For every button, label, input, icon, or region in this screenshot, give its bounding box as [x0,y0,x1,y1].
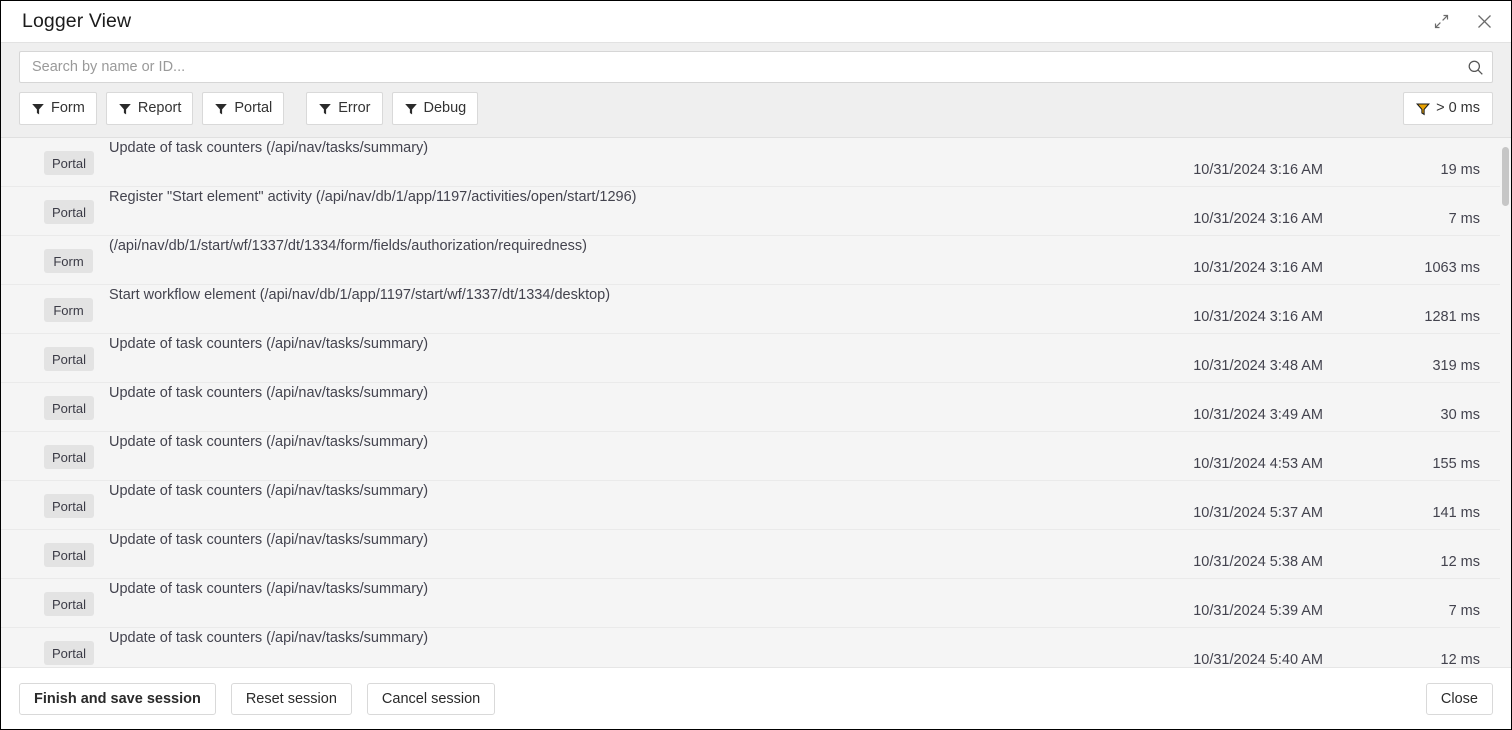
row-category-badge: Portal [44,641,94,665]
table-row[interactable]: Portal Update of task counters (/api/nav/… [1,138,1511,187]
table-row[interactable]: Portal Update of task counters (/api/nav/… [1,481,1511,530]
row-duration: 141 ms [1432,505,1480,521]
table-row[interactable]: Portal Update of task counters (/api/nav/… [1,334,1511,383]
finish-and-save-session-button[interactable]: Finish and save session [19,682,216,715]
search-input[interactable] [20,52,1458,82]
row-timestamp: 10/31/2024 3:16 AM [1193,211,1323,227]
row-timestamp: 10/31/2024 5:37 AM [1193,505,1323,521]
row-category-badge: Portal [44,543,94,567]
filter-button-report[interactable]: Report [105,92,194,125]
scrollbar-thumb[interactable] [1502,147,1509,206]
filter-bar: Form Report Portal Error Debug > 0 ms [19,92,1493,125]
funnel-icon [119,103,131,114]
filter-button-error[interactable]: Error [306,92,383,125]
titlebar-actions [1428,9,1497,35]
row-duration: 7 ms [1448,603,1480,619]
row-timestamp: 10/31/2024 5:38 AM [1193,554,1323,570]
filter-label: Debug [423,100,467,117]
window-titlebar: Logger View [1,1,1511,42]
row-message: Update of task counters (/api/nav/tasks/… [109,483,429,499]
logger-view-window: Logger View Search by name or ID... Form… [0,0,1512,730]
funnel-icon [404,103,417,114]
cancel-session-button[interactable]: Cancel session [366,682,496,715]
toolbar: Form Report Portal [1,42,1511,138]
search-box[interactable] [19,51,1493,83]
log-list-scrollbar[interactable] [1500,138,1511,667]
row-category-badge: Portal [44,200,94,224]
row-timestamp: 10/31/2024 3:16 AM [1193,260,1323,276]
row-duration: 1063 ms [1424,260,1480,276]
footer-actions: Finish and save session Reset session Ca… [1,668,1511,729]
row-message: Update of task counters (/api/nav/tasks/… [109,630,429,646]
row-category-badge: Form [44,249,93,273]
filter-button-duration[interactable]: > 0 ms [1403,92,1493,125]
row-timestamp: 10/31/2024 5:40 AM [1193,652,1323,668]
table-row[interactable]: Portal Update of task counters (/api/nav/… [1,432,1511,481]
row-category-badge: Portal [44,445,94,469]
row-duration: 1281 ms [1424,309,1480,325]
row-category-badge: Portal [44,396,94,420]
row-timestamp: 10/31/2024 3:16 AM [1193,162,1323,178]
table-row[interactable]: Portal Update of task counters (/api/nav/… [1,579,1511,628]
table-row[interactable]: Portal Update of task counters (/api/nav/… [1,530,1511,579]
filter-label: Report [137,100,182,117]
filter-button-portal[interactable]: Portal [202,92,285,125]
row-timestamp: 10/31/2024 5:39 AM [1193,603,1323,619]
log-list[interactable]: Portal Update of task counters (/api/nav/… [1,138,1511,668]
funnel-icon [215,103,228,114]
funnel-icon [319,103,332,114]
row-message: Start workflow element (/api/nav/db/1/ap… [109,287,611,303]
row-message: Update of task counters (/api/nav/tasks/… [109,532,429,548]
row-timestamp: 10/31/2024 3:16 AM [1193,309,1323,325]
row-category-badge: Form [44,298,93,322]
row-duration: 319 ms [1432,358,1480,374]
expand-icon[interactable] [1428,9,1454,35]
funnel-icon [1416,102,1431,115]
row-duration: 12 ms [1440,652,1481,668]
filter-label: Error [338,100,371,117]
row-timestamp: 10/31/2024 3:49 AM [1193,407,1323,423]
row-duration: 19 ms [1440,162,1481,178]
table-row[interactable]: Form (/api/nav/db/1/start/wf/1337/dt/1334… [1,236,1511,285]
row-duration: 7 ms [1448,211,1480,227]
search-icon[interactable] [1458,52,1492,82]
level-filter-group: Error Debug [306,92,479,125]
log-list-rows: Portal Update of task counters (/api/nav/… [1,138,1511,667]
row-duration: 155 ms [1432,456,1480,472]
table-row[interactable]: Portal Update of task counters (/api/nav/… [1,628,1511,668]
row-message: Update of task counters (/api/nav/tasks/… [109,581,429,597]
filter-button-form[interactable]: Form [19,92,97,125]
close-button[interactable]: Close [1425,682,1493,715]
funnel-icon [32,103,44,114]
table-row[interactable]: Portal Update of task counters (/api/nav/… [1,383,1511,432]
table-row[interactable]: Form Start workflow element (/api/nav/db/… [1,285,1511,334]
filter-label: Portal [234,100,273,117]
reset-session-button[interactable]: Reset session [230,682,352,715]
close-icon[interactable] [1471,9,1497,35]
row-message: Update of task counters (/api/nav/tasks/… [109,434,429,450]
row-timestamp: 10/31/2024 4:53 AM [1193,456,1323,472]
row-timestamp: 10/31/2024 3:48 AM [1193,358,1323,374]
filter-label: > 0 ms [1436,100,1480,117]
page-title: Logger View [22,9,132,32]
row-message: Update of task counters (/api/nav/tasks/… [109,336,429,352]
row-category-badge: Portal [44,592,94,616]
row-message: Update of task counters (/api/nav/tasks/… [109,385,429,401]
table-row[interactable]: Portal Register "Start element" activity … [1,187,1511,236]
filter-label: Form [51,100,85,117]
row-category-badge: Portal [44,347,94,371]
row-message: Update of task counters (/api/nav/tasks/… [109,140,429,156]
row-category-badge: Portal [44,494,94,518]
type-filter-group: Form Report Portal [19,92,285,125]
row-duration: 30 ms [1440,407,1481,423]
row-message: (/api/nav/db/1/start/wf/1337/dt/1334/for… [109,238,587,254]
row-duration: 12 ms [1440,554,1481,570]
filter-button-debug[interactable]: Debug [391,92,479,125]
row-category-badge: Portal [44,151,94,175]
row-message: Register "Start element" activity (/api/… [109,189,637,205]
